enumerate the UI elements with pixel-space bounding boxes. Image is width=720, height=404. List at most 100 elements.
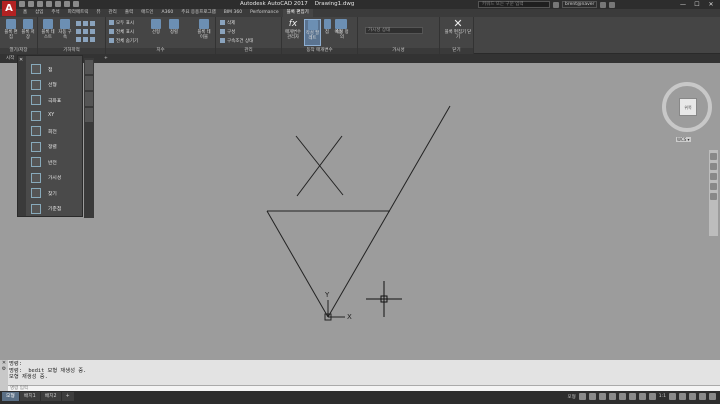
polar-icon[interactable] — [608, 393, 616, 400]
constraint-tool-2[interactable] — [76, 28, 95, 35]
viewcube-face[interactable]: 위쪽 — [679, 98, 697, 116]
lineweight-icon[interactable] — [638, 393, 646, 400]
palette-tab-actions[interactable] — [85, 76, 93, 90]
layout-tab-model[interactable]: 모형 — [2, 392, 19, 401]
new-icon[interactable] — [19, 1, 25, 7]
delete-constraints-button[interactable]: 삭제 — [220, 19, 235, 26]
command-settings-icon[interactable]: ⚙ — [0, 366, 8, 372]
grid-icon[interactable] — [578, 393, 586, 400]
ribbon-tab[interactable]: 출력 — [121, 9, 137, 17]
palette-tab-parameter-sets[interactable] — [85, 92, 93, 106]
linear-param-icon — [31, 79, 41, 90]
block-table-button[interactable]: 블록 테이블 — [196, 19, 212, 46]
constraint-tool-1[interactable] — [76, 20, 95, 27]
triangle-left-edge[interactable] — [266, 210, 329, 318]
authoring-palettes-button[interactable]: 작성 팔레트 — [304, 19, 321, 46]
constraint-status-button[interactable]: 구속조건 상태 — [220, 37, 253, 44]
zoom-icon[interactable] — [710, 173, 717, 180]
isolate-icon[interactable] — [679, 393, 686, 400]
auto-constrain-button[interactable]: 자동 구속 — [57, 19, 73, 46]
palette-item[interactable]: 기준점 — [28, 200, 82, 218]
drawing-canvas[interactable]: Y X — [0, 63, 720, 360]
test-block-icon — [43, 19, 53, 29]
close-block-editor-button[interactable]: ✕ 블록 편집기 닫기 — [444, 18, 472, 46]
show-constraints-button[interactable]: 전체 표시 — [109, 28, 134, 35]
ribbon-tab[interactable]: BIM 360 — [220, 9, 246, 17]
sign-in-area[interactable]: brent@naver — [553, 0, 616, 9]
search-input[interactable]: 키워드 또는 구문 입력 — [478, 1, 550, 8]
maximize-button[interactable]: ☐ — [690, 0, 704, 9]
search-icon[interactable] — [553, 1, 559, 8]
file-tabs: 시작 Drawing1* + — [0, 54, 720, 63]
user-name[interactable]: brent@naver — [562, 1, 598, 8]
hide-all-button[interactable]: 전체 숨기기 — [109, 37, 138, 44]
visibility-state-dropdown[interactable]: 가시성 상태 — [365, 27, 423, 34]
exchange-icon[interactable] — [600, 1, 607, 8]
palette-close-icon[interactable]: ✕ — [19, 57, 23, 63]
hardware-accel-icon[interactable] — [689, 393, 696, 400]
point-button[interactable]: 점 — [322, 19, 332, 46]
linear-button[interactable]: 선형 — [148, 19, 164, 46]
undo-icon[interactable] — [64, 1, 70, 7]
pan-icon[interactable] — [710, 163, 717, 170]
wcs-menu[interactable]: WCS ▾ — [676, 137, 691, 142]
viewcube[interactable]: 위쪽 — [662, 82, 712, 132]
parameter-manager-button[interactable]: fx 매개변수 관리자 — [284, 19, 302, 46]
ribbon-tab[interactable]: A360 — [158, 9, 178, 17]
show-all-button[interactable]: 모두 표시 — [109, 19, 134, 26]
ribbon-tab[interactable]: Performance — [246, 9, 283, 17]
ribbon-tab[interactable]: 애드인 — [137, 9, 157, 17]
osnap-icon[interactable] — [618, 393, 626, 400]
plot-icon[interactable] — [55, 1, 61, 7]
group-manage: 삭제 구성 구속조건 상태 관리 — [216, 17, 282, 54]
open-icon[interactable] — [28, 1, 34, 7]
aligned-button[interactable]: 정렬 — [166, 19, 182, 46]
command-line-strip[interactable]: ✕ ⚙ — [0, 360, 8, 391]
help-icon[interactable] — [609, 1, 616, 8]
otrack-icon[interactable] — [628, 393, 636, 400]
horizontal-icon — [76, 29, 81, 34]
file-tab-start[interactable]: 시작 — [2, 55, 18, 63]
annotation-icon[interactable] — [648, 393, 656, 400]
model-space-toggle[interactable]: 모형 — [567, 394, 575, 400]
palette-tab-constraints[interactable] — [85, 108, 93, 122]
ribbon-tab[interactable]: 파라메트릭 — [64, 9, 93, 17]
ribbon-tab[interactable]: 뷰 — [92, 9, 104, 17]
ribbon-tab[interactable]: 삽입 — [31, 9, 47, 17]
edit-block-button[interactable]: 블록 편집 — [3, 19, 19, 46]
new-tab-button[interactable]: + — [100, 55, 112, 63]
close-window-button[interactable]: ✕ — [704, 0, 718, 9]
showmotion-icon[interactable] — [710, 193, 717, 200]
save-block-button[interactable]: 블록 저장 — [20, 19, 36, 46]
clean-screen-icon[interactable] — [699, 393, 706, 400]
layout-tab-2[interactable]: 배치2 — [40, 392, 61, 401]
attribute-definition-button[interactable]: 속성 정의 — [334, 19, 350, 46]
add-layout-button[interactable]: + — [61, 392, 74, 401]
palette-tab-parameters[interactable] — [85, 60, 93, 74]
redo-icon[interactable] — [73, 1, 79, 7]
ortho-icon[interactable] — [598, 393, 606, 400]
ribbon-tab[interactable]: 블록 편집기 — [282, 9, 313, 17]
snap-icon[interactable] — [588, 393, 596, 400]
construction-button[interactable]: 구성 — [220, 28, 235, 35]
customize-icon[interactable] — [709, 393, 716, 400]
workspace-icon[interactable] — [669, 393, 676, 400]
minimize-button[interactable]: — — [676, 0, 690, 9]
layout-tab-1[interactable]: 배치1 — [19, 392, 40, 401]
drawing-area[interactable]: Y X — [0, 63, 720, 360]
ribbon-tab[interactable]: 주석 — [47, 9, 63, 17]
palette-item-label: 가시성 — [48, 176, 62, 181]
ribbon-tab[interactable]: 관리 — [105, 9, 121, 17]
test-block-button[interactable]: 블록 테스트 — [40, 19, 56, 46]
ribbon-tab[interactable]: 주요 응용프로그램 — [177, 9, 220, 17]
save-as-icon[interactable] — [46, 1, 52, 7]
save-icon[interactable] — [37, 1, 43, 7]
steering-wheel-icon[interactable] — [710, 153, 717, 160]
annotation-scale[interactable]: 1:1 — [659, 394, 666, 399]
palette-item-label: 회전 — [48, 129, 57, 135]
palette-title-strip[interactable]: ✕ — [18, 56, 26, 216]
orbit-icon[interactable] — [710, 183, 717, 190]
app-menu-button[interactable]: A — [2, 1, 16, 16]
constraint-tool-3[interactable] — [76, 36, 95, 43]
ribbon-tab[interactable]: 홈 — [19, 9, 31, 17]
